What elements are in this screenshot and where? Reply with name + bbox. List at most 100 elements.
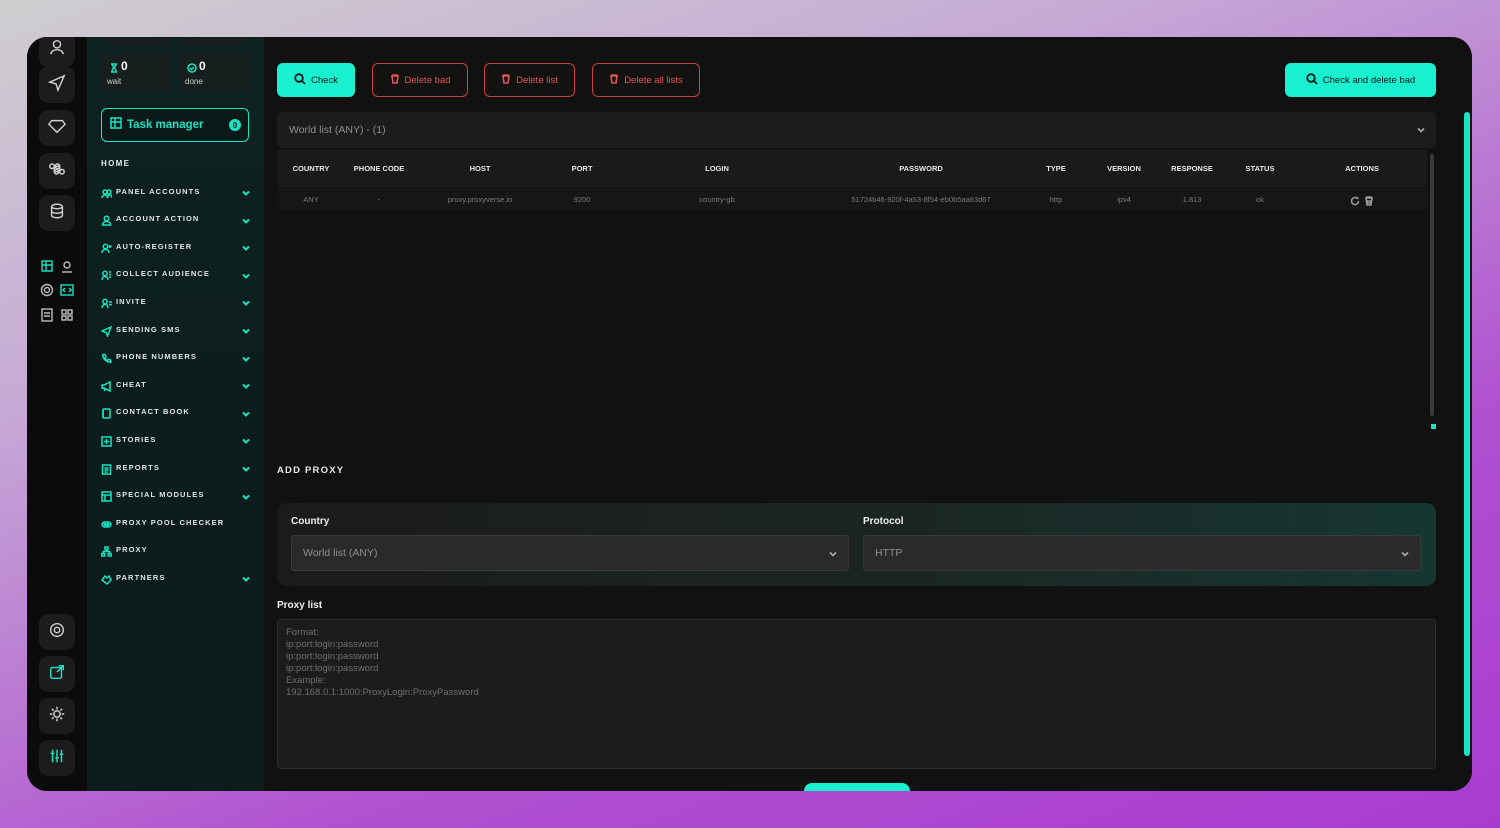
- column-header[interactable]: TYPE: [1046, 164, 1066, 173]
- chevron-down-icon[interactable]: [241, 240, 251, 252]
- task-grid-icon: [110, 116, 122, 134]
- task-manager-label: Task manager: [127, 119, 204, 131]
- country-select[interactable]: World list (ANY): [291, 535, 849, 571]
- premium-rail-button[interactable]: [39, 110, 75, 146]
- done-label: done: [185, 77, 203, 86]
- proxy-table: COUNTRY PHONE CODE HOST PORT LOGIN PASSWORD TY…: [277, 150, 1427, 440]
- check-and-delete-bad-button[interactable]: Check and delete bad: [1285, 63, 1436, 97]
- profile-rail-button[interactable]: [39, 37, 75, 67]
- chevron-down-icon[interactable]: [241, 268, 251, 279]
- send-rail-button[interactable]: [39, 67, 75, 103]
- chevron-down-icon[interactable]: [241, 378, 251, 390]
- sidebar-item-collect-audience[interactable]: COLLECT AUDIENCE: [101, 267, 251, 281]
- chevron-down-icon[interactable]: [241, 461, 251, 472]
- protocol-label: Protocol: [863, 516, 904, 527]
- page-scrollbar[interactable]: [1464, 112, 1470, 756]
- sidebar-item-partners[interactable]: PARTNERS: [100, 570, 251, 585]
- proxy-list-select[interactable]: World list (ANY) - (1): [277, 112, 1436, 148]
- column-header[interactable]: STATUS: [1246, 164, 1275, 173]
- chevron-down-icon[interactable]: [241, 406, 251, 417]
- external-link-rail-button[interactable]: [39, 656, 75, 692]
- notes-icon[interactable]: [40, 308, 54, 322]
- user-icon: [101, 213, 112, 226]
- table-resize-handle[interactable]: [1431, 424, 1436, 429]
- add-proxy-submit-button[interactable]: [804, 783, 910, 791]
- delete-all-lists-button[interactable]: Delete all lists: [592, 63, 700, 97]
- table-row[interactable]: ANY - proxy.proxyverse.io 9200 country-gb 517…: [277, 188, 1427, 210]
- search-icon: [1306, 72, 1318, 88]
- nav-home[interactable]: HOME: [101, 159, 130, 168]
- check-button[interactable]: Check: [277, 63, 355, 97]
- sidebar-item-invite[interactable]: INVITE: [101, 294, 251, 308]
- sidebar-item-cheat[interactable]: CHEAT: [101, 377, 251, 392]
- column-header[interactable]: PORT: [572, 164, 593, 173]
- user-plus-icon: [101, 241, 112, 253]
- settings-rail-button[interactable]: [39, 614, 75, 650]
- sliders-rail-button[interactable]: [39, 740, 75, 776]
- sidebar-item-label: REPORTS: [116, 462, 160, 472]
- sidebar-item-contact-book[interactable]: CONTACT BOOK: [101, 405, 251, 420]
- column-header[interactable]: HOST: [470, 164, 491, 173]
- external-link-icon: [48, 663, 66, 686]
- column-header[interactable]: VERSION: [1107, 164, 1141, 173]
- placeholder-line: Example:: [286, 675, 326, 686]
- table-cell: ANY: [303, 195, 319, 204]
- refresh-icon[interactable]: [1350, 193, 1360, 206]
- chevron-down-icon[interactable]: [241, 433, 251, 445]
- chevron-down-icon[interactable]: [241, 489, 251, 500]
- add-proxy-title: ADD PROXY: [277, 465, 345, 476]
- chevron-down-icon[interactable]: [241, 571, 251, 583]
- done-stat: 0 done: [179, 53, 249, 91]
- chevron-down-icon[interactable]: [241, 213, 251, 224]
- protocol-select[interactable]: HTTP: [863, 535, 1421, 571]
- sidebar-item-reports[interactable]: REPORTS: [101, 460, 251, 475]
- sidebar-item-account-action[interactable]: ACCOUNT ACTION: [101, 212, 251, 226]
- task-manager-badge: 0: [229, 119, 241, 131]
- column-header[interactable]: ACTIONS: [1345, 164, 1379, 173]
- sidebar-item-label: COLLECT AUDIENCE: [116, 269, 210, 279]
- database-rail-button[interactable]: [39, 195, 75, 231]
- sidebar-item-stories[interactable]: STORIES: [101, 432, 251, 447]
- theme-rail-button[interactable]: [39, 698, 75, 734]
- sidebar-item-proxy[interactable]: PROXY: [101, 543, 251, 558]
- wait-label: wait: [107, 77, 122, 86]
- chevron-down-icon: [1416, 125, 1426, 135]
- cog-icon[interactable]: [40, 283, 54, 297]
- column-header[interactable]: COUNTRY: [293, 164, 330, 173]
- sidebar-item-auto-register[interactable]: AUTO-REGISTER: [101, 239, 251, 253]
- trash-icon[interactable]: [1364, 193, 1374, 206]
- protocol-select-value: HTTP: [875, 547, 903, 559]
- chevron-down-icon[interactable]: [241, 185, 251, 196]
- location-icon[interactable]: [60, 259, 74, 273]
- delete-list-button[interactable]: Delete list: [484, 63, 575, 97]
- proxy-list-textarea[interactable]: Format: ip:port:login:password ip:port:log…: [277, 619, 1436, 769]
- sidebar-item-label: INVITE: [116, 296, 147, 306]
- delete-bad-label: Delete bad: [404, 74, 451, 86]
- spreadsheet-icon[interactable]: [40, 259, 54, 273]
- chevron-down-icon[interactable]: [241, 323, 251, 334]
- megaphone-icon: [101, 379, 112, 392]
- column-header[interactable]: PASSWORD: [899, 164, 943, 173]
- table-scrollbar[interactable]: [1430, 154, 1434, 416]
- chevron-down-icon[interactable]: [241, 295, 251, 307]
- column-header[interactable]: LOGIN: [705, 164, 729, 173]
- table-cell: country-gb: [699, 195, 735, 204]
- column-header[interactable]: RESPONSE: [1171, 164, 1213, 173]
- proxy-list-select-value: World list (ANY) - (1): [289, 124, 386, 136]
- code-icon[interactable]: [60, 283, 74, 297]
- grid-icon[interactable]: [60, 308, 74, 322]
- sidebar-item-sending-sms[interactable]: SENDING SMS: [100, 322, 251, 338]
- delete-all-lists-label: Delete all lists: [624, 74, 683, 86]
- column-header[interactable]: PHONE CODE: [354, 164, 404, 173]
- sidebar-item-proxy-pool-checker[interactable]: PROXY POOL CHECKER: [101, 515, 251, 529]
- sidebar: 0 wait 0 done Task manager 0 HOME PANEL …: [87, 37, 264, 791]
- sidebar-item-label: PROXY POOL CHECKER: [116, 517, 225, 527]
- sidebar-item-label: SENDING SMS: [116, 324, 181, 334]
- task-manager-button[interactable]: Task manager 0: [101, 108, 249, 142]
- sidebar-item-panel-accounts[interactable]: PANEL ACCOUNTS: [101, 184, 251, 198]
- sidebar-item-special-modules[interactable]: SPECIAL MODULES: [101, 488, 251, 502]
- chevron-down-icon[interactable]: [241, 351, 251, 362]
- delete-bad-button[interactable]: Delete bad: [372, 63, 468, 97]
- sidebar-item-phone-numbers[interactable]: PHONE NUMBERS: [101, 350, 251, 364]
- command-rail-button[interactable]: [39, 153, 75, 189]
